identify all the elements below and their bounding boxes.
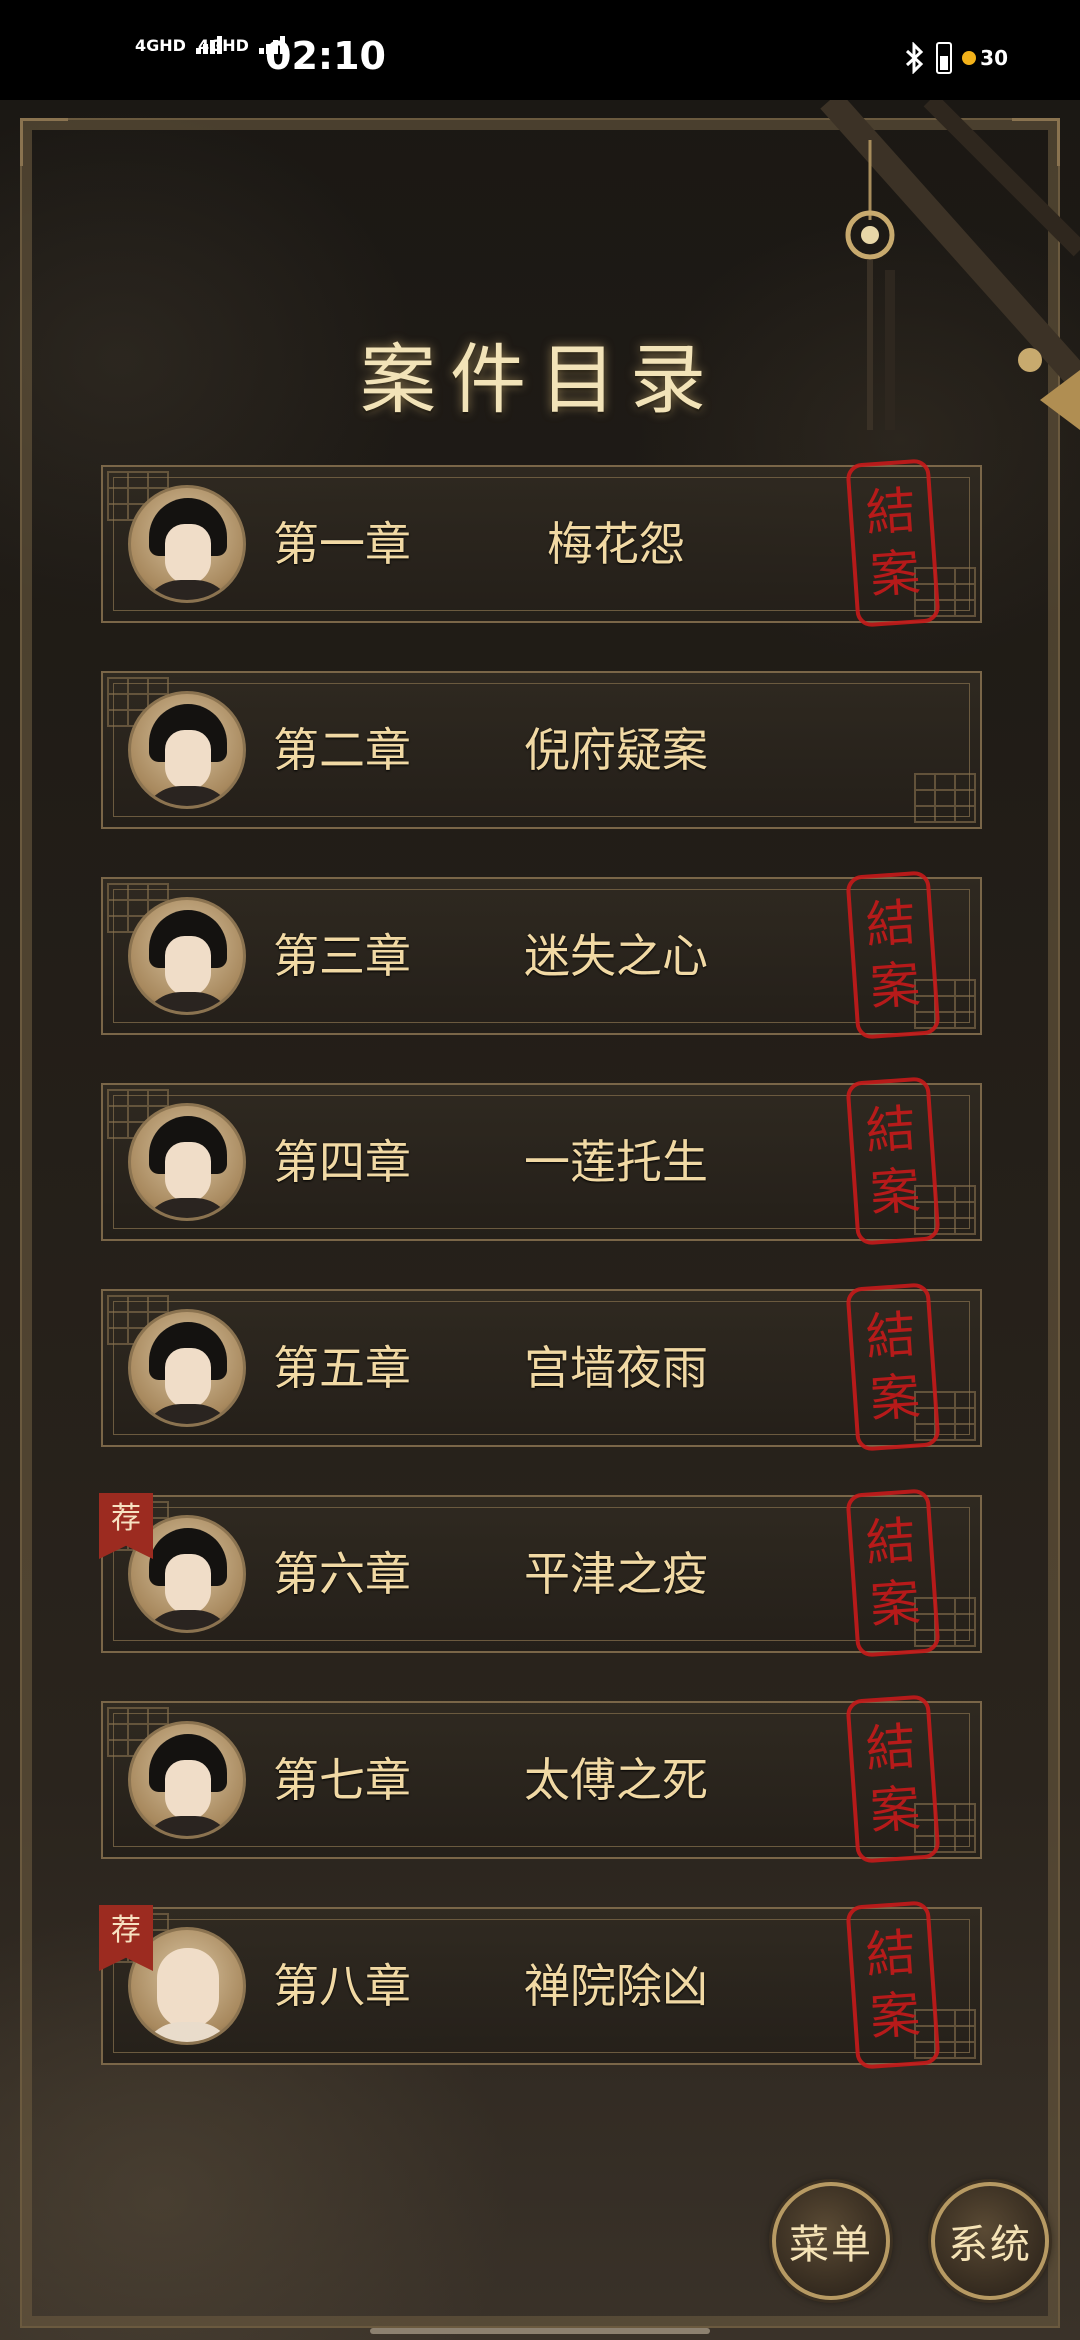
chapter-row[interactable]: 第六章 平津之疫結案荐 — [99, 1488, 982, 1658]
page-title: 案件目录 — [360, 335, 720, 424]
chapter-number: 第三章 — [273, 929, 411, 983]
character-avatar — [128, 1721, 246, 1839]
status-bar: 4GHD 4GHD 02:10 30 — [0, 0, 1080, 100]
case-closed-stamp: 結案 — [845, 1488, 941, 1658]
stamp-char: 結 — [863, 1717, 918, 1779]
case-closed-stamp: 結案 — [845, 1076, 941, 1246]
lattice-corner-ornament — [914, 773, 976, 823]
chapter-row[interactable]: 第三章 迷失之心 結案 — [101, 870, 982, 1040]
stamp-char: 案 — [868, 1985, 923, 2047]
chapter-row[interactable]: 第四章 一莲托生 結案 — [101, 1076, 982, 1246]
chapter-title: 太傅之死 — [524, 1753, 708, 1807]
chapter-title: 宫墙夜雨 — [524, 1341, 708, 1395]
chapter-number: 第五章 — [273, 1341, 411, 1395]
character-avatar — [128, 1103, 246, 1221]
case-closed-stamp: 結案 — [845, 1694, 941, 1864]
chapter-row[interactable]: 第八章 禅院除凶結案荐 — [99, 1900, 982, 2070]
chapter-row[interactable]: 第七章 太傅之死 結案 — [101, 1694, 982, 1864]
hanging-ornament-decoration — [820, 100, 1080, 430]
case-closed-stamp: 結案 — [845, 870, 941, 1040]
stamp-char: 結 — [863, 1305, 918, 1367]
signal-label-2: 4GHD — [198, 36, 249, 55]
character-avatar — [128, 1309, 246, 1427]
chapter-title: 一莲托生 — [524, 1135, 708, 1189]
stamp-char: 案 — [868, 1573, 923, 1635]
coin-counter: 30 — [962, 46, 1008, 70]
chapter-number: 第四章 — [273, 1135, 411, 1189]
case-closed-stamp: 結案 — [845, 1900, 941, 2070]
system-button[interactable]: 系统 — [931, 2182, 1049, 2300]
menu-button[interactable]: 菜单 — [772, 2182, 890, 2300]
stamp-char: 案 — [868, 955, 923, 1017]
chapter-row[interactable]: 第五章 宫墙夜雨 結案 — [101, 1282, 982, 1452]
coin-count: 30 — [980, 46, 1008, 70]
chapter-number: 第八章 — [273, 1959, 411, 2013]
bluetooth-icon — [906, 42, 924, 74]
chapter-number: 第六章 — [273, 1547, 411, 1601]
chapter-title: 迷失之心 — [524, 929, 708, 983]
battery-icon — [936, 42, 953, 74]
signal-label-1: 4GHD — [135, 36, 186, 55]
character-avatar — [128, 485, 246, 603]
coin-icon — [962, 51, 977, 65]
chapter-number: 第七章 — [273, 1753, 411, 1807]
stamp-char: 案 — [868, 1367, 923, 1429]
stamp-char: 結 — [863, 1923, 918, 1985]
character-avatar — [128, 897, 246, 1015]
stamp-char: 結 — [863, 481, 918, 543]
chapter-number: 第二章 — [273, 723, 411, 777]
stamp-char: 結 — [863, 1511, 918, 1573]
case-closed-stamp: 結案 — [845, 1282, 941, 1452]
chapter-title: 倪府疑案 — [524, 723, 708, 777]
stamp-char: 案 — [868, 1161, 923, 1223]
case-closed-stamp: 結案 — [845, 458, 941, 628]
chapter-number: 第一章 — [273, 517, 411, 571]
stamp-char: 案 — [868, 1779, 923, 1841]
home-indicator[interactable] — [370, 2328, 710, 2334]
stamp-char: 案 — [868, 543, 923, 605]
clock: 02:10 — [265, 34, 386, 78]
status-right: 30 — [904, 42, 1008, 74]
frame-corner-ornament — [20, 118, 68, 166]
chapter-row[interactable]: 第二章 倪府疑案 — [101, 671, 982, 829]
chapter-row[interactable]: 第一章 梅花怨 結案 — [101, 458, 982, 628]
chapter-title: 平津之疫 — [524, 1547, 708, 1601]
chapter-title: 梅花怨 — [547, 517, 685, 571]
character-avatar — [128, 691, 246, 809]
stamp-char: 結 — [863, 1099, 918, 1161]
chapter-title: 禅院除凶 — [524, 1959, 708, 2013]
stamp-char: 結 — [863, 893, 918, 955]
